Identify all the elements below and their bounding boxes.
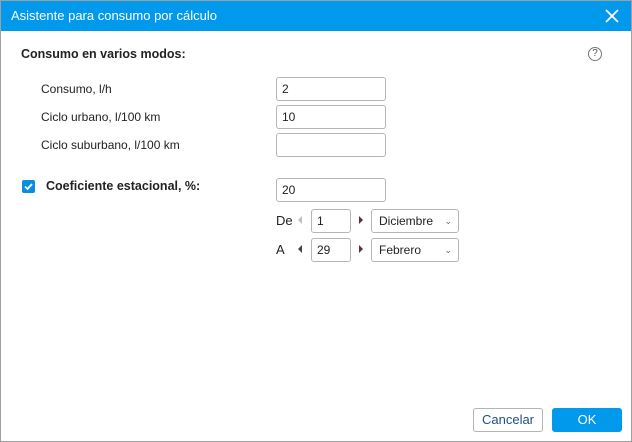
to-day-input[interactable]	[311, 238, 351, 262]
from-month-select[interactable]: Diciembre ⌄	[371, 209, 459, 233]
suburban-cycle-input[interactable]	[276, 133, 386, 157]
dialog-title: Asistente para consumo por cálculo	[11, 8, 217, 23]
from-label: De	[276, 213, 293, 228]
dialog-window: Asistente para consumo por cálculo Consu…	[0, 0, 632, 442]
seasonal-checkbox[interactable]	[22, 180, 35, 193]
urban-cycle-input[interactable]	[276, 105, 386, 129]
from-month-value: Diciembre	[379, 214, 434, 228]
from-day-prev-icon[interactable]	[298, 216, 302, 224]
seasonal-label: Coeficiente estacional, %:	[46, 179, 201, 193]
consumption-label: Consumo, l/h	[41, 82, 112, 96]
consumption-input[interactable]	[276, 77, 386, 101]
suburban-cycle-label: Ciclo suburbano, l/100 km	[41, 138, 180, 152]
to-label: A	[276, 242, 285, 257]
to-day-next-icon[interactable]	[359, 245, 363, 253]
to-day-prev-icon[interactable]	[298, 245, 302, 253]
seasonal-input[interactable]	[276, 178, 386, 202]
ok-button[interactable]: OK	[552, 408, 622, 432]
to-month-value: Febrero	[379, 243, 422, 257]
chevron-down-icon: ⌄	[444, 245, 452, 255]
check-icon	[24, 183, 33, 191]
from-day-next-icon[interactable]	[359, 216, 363, 224]
dialog-title-bar: Asistente para consumo por cálculo	[1, 1, 631, 31]
chevron-down-icon: ⌄	[444, 216, 452, 226]
cancel-button[interactable]: Cancelar	[473, 408, 543, 432]
close-icon[interactable]	[603, 7, 621, 25]
from-day-input[interactable]	[311, 209, 351, 233]
section-heading: Consumo en varios modos:	[21, 47, 186, 61]
urban-cycle-label: Ciclo urbano, l/100 km	[41, 110, 161, 124]
help-icon[interactable]: ?	[588, 47, 602, 61]
to-month-select[interactable]: Febrero ⌄	[371, 238, 459, 262]
